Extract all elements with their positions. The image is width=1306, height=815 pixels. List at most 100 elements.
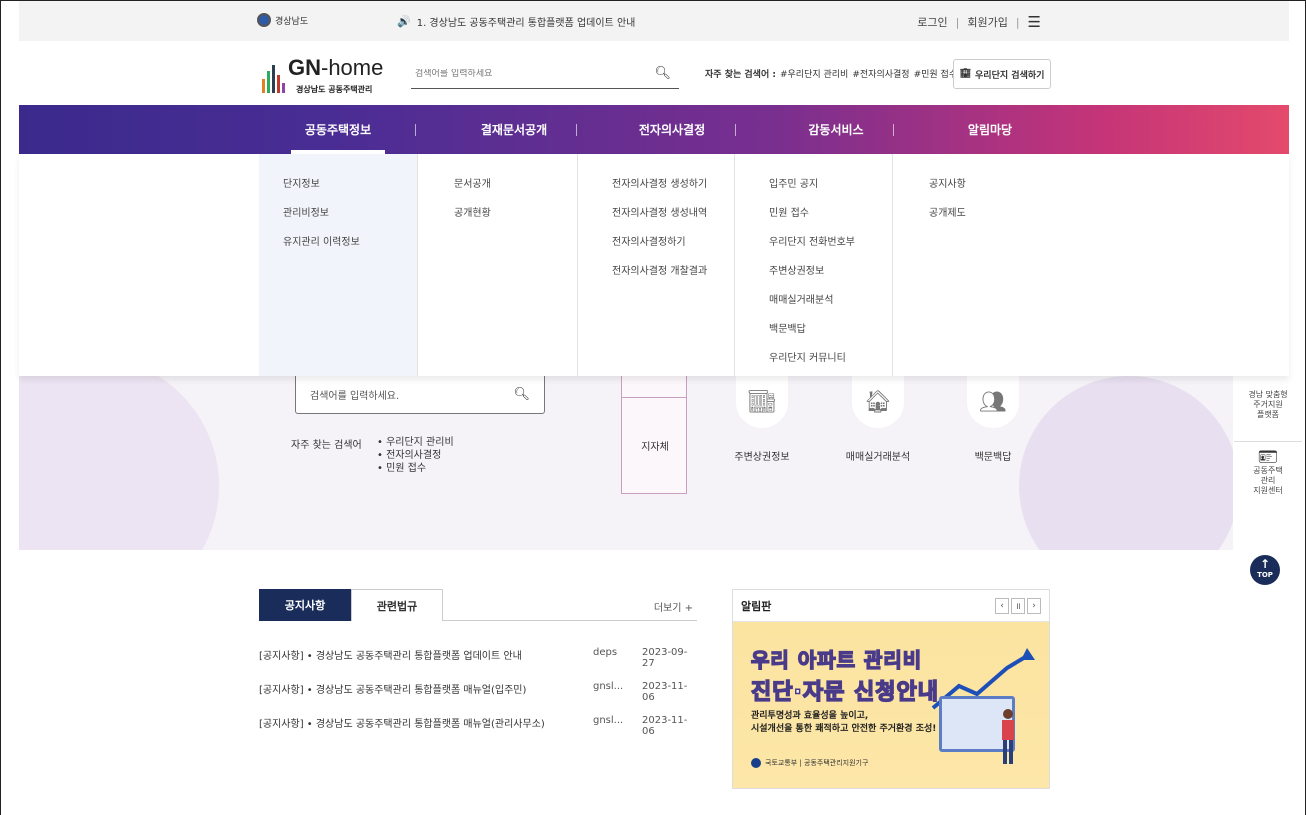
signup-link[interactable]: 회원가입	[967, 14, 1007, 30]
notice-board: 공지사항 관련법규 더보기 + [공지사항] • 경상남도 공동주택관리 통합플…	[259, 589, 697, 789]
submenu-item[interactable]: 우리단지 전화번호부	[769, 236, 892, 265]
logo-subtitle: 경상남도 공동주택관리	[296, 85, 373, 94]
hamburger-menu-icon[interactable]: ☰	[1028, 13, 1041, 31]
search-icon[interactable]: 🔍︎	[654, 66, 671, 81]
list-item-date: 2023-11-06	[642, 681, 688, 703]
gyeongnam-logo-icon	[257, 13, 271, 27]
submenu-item[interactable]: 전자의사결정하기	[612, 236, 734, 265]
more-link[interactable]: 더보기 +	[654, 599, 693, 614]
region-label: 지자체	[641, 442, 669, 453]
list-item-date: 2023-09-27	[642, 647, 688, 669]
banner-desc-line: 시설개선을 통한 쾌적하고 안전한 주거환경 조성!	[751, 724, 937, 734]
submenu-item[interactable]: 유지관리 이력정보	[283, 236, 417, 265]
service-faq[interactable]: 👥︎ 백문백답	[938, 376, 1048, 506]
hero-freq-term[interactable]: • 민원 접수	[377, 462, 497, 475]
region-card-top	[622, 376, 686, 398]
submenu-services: 입주민 공지 민원 접수 우리단지 전화번호부 주변상권정보 매매실거래분석 백…	[735, 154, 893, 376]
site-header: GN-home 경상남도 공동주택관리 🔍︎ 자주 찾는 검색어 : #우리단지…	[19, 41, 1289, 105]
gnb-divider	[576, 124, 577, 136]
building-icon: 🏬︎	[736, 376, 788, 428]
submenu-item[interactable]: 관리비정보	[283, 207, 417, 236]
list-item[interactable]: [공지사항] • 경상남도 공동주택관리 통합플랫폼 업데이트 안내 deps …	[259, 645, 697, 679]
top-label: TOP	[1257, 571, 1273, 579]
gnb-e-decision[interactable]: 전자의사결정	[607, 105, 737, 154]
submenu-item[interactable]: 민원 접수	[769, 207, 892, 236]
hero-section: 검색어를 입력하세요. 🔍︎ 자주 찾는 검색어 • 우리단지 관리비 • 전자…	[19, 376, 1233, 550]
decor-blob	[19, 376, 219, 550]
gnb-services[interactable]: 감동서비스	[771, 105, 901, 154]
gnb-divider	[735, 124, 736, 136]
freq-term-3[interactable]: #민원 접수	[914, 67, 958, 80]
pause-icon[interactable]: ॥	[1011, 597, 1025, 614]
hero-freq-term[interactable]: • 전자의사결정	[377, 449, 497, 462]
banner-desc-line: 관리투명성과 효율성을 높이고,	[751, 711, 869, 721]
scroll-top-button[interactable]: ↑ TOP	[1250, 555, 1280, 585]
hero-frequent-keywords: 자주 찾는 검색어 • 우리단지 관리비 • 전자의사결정 • 민원 접수	[291, 436, 454, 474]
brand-label: 경상남도	[275, 16, 309, 27]
alert-banner[interactable]: 우리 아파트 관리비 진단·자문 신청안내 관리투명성과 효율성을 높이고, 시…	[733, 622, 1049, 788]
service-commercial-info[interactable]: 🏬︎ 주변상권정보	[707, 376, 817, 506]
gnb-notice[interactable]: 알림마당	[925, 105, 1055, 154]
hero-search[interactable]: 검색어를 입력하세요. 🔍︎	[295, 376, 545, 414]
freq-term-2[interactable]: #전자의사결정	[852, 67, 909, 80]
submenu-item[interactable]: 문서공개	[454, 178, 577, 207]
list-item-title[interactable]: [공지사항] • 경상남도 공동주택관리 통합플랫폼 매뉴얼(입주민)	[259, 681, 526, 696]
my-complex-search-button[interactable]: 🏢︎ 우리단지 검색하기	[953, 59, 1051, 89]
tab-laws[interactable]: 관련법규	[351, 589, 443, 621]
submenu-item[interactable]: 공개제도	[929, 207, 1053, 236]
list-item[interactable]: [공지사항] • 경상남도 공동주택관리 통합플랫폼 매뉴얼(입주민) gnsl…	[259, 679, 697, 713]
person-illustration	[1002, 709, 1014, 764]
util-separator: |	[1015, 15, 1020, 29]
logo-title: GN-home	[288, 55, 384, 80]
user-utility: 로그인 | 회원가입 | ☰	[917, 13, 1041, 31]
top-notice[interactable]: 🔊 1. 경상남도 공동주택관리 통합플랫폼 업데이트 안내	[397, 14, 635, 29]
gnb-approval-docs[interactable]: 결재문서공개	[449, 105, 579, 154]
login-link[interactable]: 로그인	[917, 14, 947, 30]
chevron-right-icon[interactable]: ›	[1027, 597, 1041, 614]
submenu-item[interactable]: 전자의사결정 생성하기	[612, 178, 734, 207]
submenu-item[interactable]: 전자의사결정 개찰결과	[612, 265, 734, 294]
gn-home-logo[interactable]: GN-home 경상남도 공동주택관리	[260, 53, 390, 97]
list-item[interactable]: [공지사항] • 경상남도 공동주택관리 통합플랫폼 매뉴얼(관리사무소) gn…	[259, 713, 697, 747]
service-trade-analysis[interactable]: 🏠︎ 매매실거래분석	[823, 376, 933, 506]
submenu-item[interactable]: 우리단지 커뮤니티	[769, 352, 892, 381]
submenu-item[interactable]: 공개현황	[454, 207, 577, 236]
submenu-item[interactable]: 공지사항	[929, 178, 1053, 207]
utility-bar: 경상남도 🔊 1. 경상남도 공동주택관리 통합플랫폼 업데이트 안내 로그인 …	[19, 1, 1289, 41]
list-item-writer: deps	[593, 647, 618, 658]
alert-board-title: 알림판	[741, 599, 772, 613]
slider-controls: ‹ ॥ ›	[995, 597, 1041, 614]
submenu-housing-info: 단지정보 관리비정보 유지관리 이력정보	[259, 154, 418, 376]
region-card[interactable]: 지자체	[621, 376, 687, 494]
gnb-housing-info[interactable]: 공동주택정보	[291, 105, 385, 154]
house-chart-icon: 🏠︎	[852, 376, 904, 428]
quick-label: 경남 맞춤형	[1248, 390, 1288, 399]
submenu-item[interactable]: 백문백답	[769, 323, 892, 352]
hero-freq-term[interactable]: • 우리단지 관리비	[377, 436, 497, 449]
speaker-icon: 🔊	[397, 15, 411, 28]
list-item-date: 2023-11-06	[642, 715, 688, 737]
submenu-item[interactable]: 주변상권정보	[769, 265, 892, 294]
submenu-approval-docs: 문서공개 공개현황	[418, 154, 578, 376]
header-search: 🔍︎	[411, 59, 679, 89]
search-icon[interactable]: 🔍︎	[513, 387, 530, 402]
list-item-writer: gnsl...	[593, 681, 624, 692]
apartment-icon: 🏢︎	[959, 69, 972, 79]
submenu-item[interactable]: 매매실거래분석	[769, 294, 892, 323]
chevron-left-icon[interactable]: ‹	[995, 597, 1009, 614]
list-item-title[interactable]: [공지사항] • 경상남도 공동주택관리 통합플랫폼 업데이트 안내	[259, 647, 522, 662]
gyeongnam-brand[interactable]: 경상남도	[257, 13, 308, 27]
submenu-item[interactable]: 전자의사결정 생성내역	[612, 207, 734, 236]
banner-footer: 국토교통부 | 공동주택관리지원기구	[751, 758, 868, 768]
submenu-item[interactable]: 단지정보	[283, 178, 417, 207]
gnb-divider	[415, 124, 416, 136]
freq-term-1[interactable]: #우리단지 관리비	[780, 67, 848, 80]
quick-support-center[interactable]: 🪪︎ 공동주택 관리 지원센터	[1234, 449, 1302, 496]
tab-notice[interactable]: 공지사항	[259, 589, 351, 621]
list-item-title[interactable]: [공지사항] • 경상남도 공동주택관리 통합플랫폼 매뉴얼(관리사무소)	[259, 715, 545, 730]
quick-label: 플랫폼	[1256, 410, 1280, 419]
quick-housing-platform[interactable]: 경남 맞춤형 주거지원 플랫폼	[1234, 376, 1302, 442]
header-search-input[interactable]	[415, 68, 635, 79]
submenu-item[interactable]: 입주민 공지	[769, 178, 892, 207]
hero-search-placeholder: 검색어를 입력하세요.	[310, 391, 400, 402]
